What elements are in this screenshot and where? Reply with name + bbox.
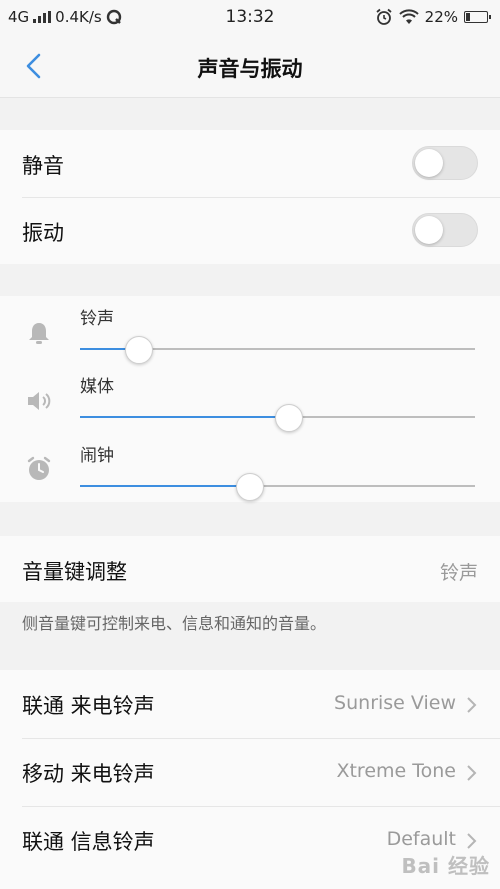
volume-section: 铃声 媒体 闹钟 [0,296,500,502]
nav-header: 声音与振动 [0,34,500,98]
volume-label-alarm: 闹钟 [80,446,114,466]
ringtone-row[interactable]: 联通 来电铃声 Sunrise View [0,670,500,738]
volume-label-ringtone: 铃声 [80,309,114,329]
ringtone-row-label: 联通 信息铃声 [22,830,155,854]
vibrate-toggle-knob [415,216,443,244]
wifi-icon [398,9,419,24]
slider-fill [80,416,290,418]
volume-key-section[interactable]: 音量键调整 铃声 [0,536,500,602]
media-volume-slider[interactable] [80,402,475,432]
alarm-volume-slider[interactable] [80,471,475,501]
slider-thumb[interactable] [235,473,264,501]
ringtone-row[interactable]: 移动 来电铃声 Xtreme Tone [0,738,500,806]
volume-key-note: 侧音量键可控制来电、信息和通知的音量。 [22,614,327,633]
bell-icon [29,323,49,344]
speaker-icon [28,392,51,410]
mute-toggle-knob [415,149,443,177]
volume-key-value: 铃声 [439,562,478,584]
ringtone-row-value: Xtreme Tone [336,760,456,782]
slider-fill [80,485,250,487]
mute-row[interactable]: 静音 [0,130,500,197]
slider-thumb[interactable] [125,336,154,364]
status-bar: 4G 0.4K/s 13:32 22% [0,0,500,34]
ringtone-row-value: Default [386,828,456,850]
slider-thumb[interactable] [275,404,304,432]
chevron-right-icon [467,697,477,713]
vibrate-label: 振动 [22,221,64,245]
battery-percent: 22% [424,8,458,26]
status-right: 22% [375,8,491,26]
battery-icon [464,11,491,23]
mute-label: 静音 [22,154,64,178]
alarm-status-icon [376,8,392,25]
vibrate-toggle[interactable] [412,213,478,247]
ringtone-row-label: 联通 来电铃声 [22,694,155,718]
vibrate-row[interactable]: 振动 [0,197,500,264]
watermark: Bai 经验 [401,854,490,878]
ringtone-row-label: 移动 来电铃声 [22,762,155,786]
volume-key-label: 音量键调整 [22,560,127,584]
ringtone-row-value: Sunrise View [334,692,456,714]
mute-toggle[interactable] [412,146,478,180]
ringtone-volume-slider[interactable] [80,334,475,364]
volume-label-media: 媒体 [80,377,114,397]
alarm-clock-icon [27,456,51,480]
chevron-right-icon [467,833,477,849]
page-title: 声音与振动 [197,57,303,81]
toggle-section: 静音 振动 [0,130,500,264]
chevron-right-icon [467,765,477,781]
